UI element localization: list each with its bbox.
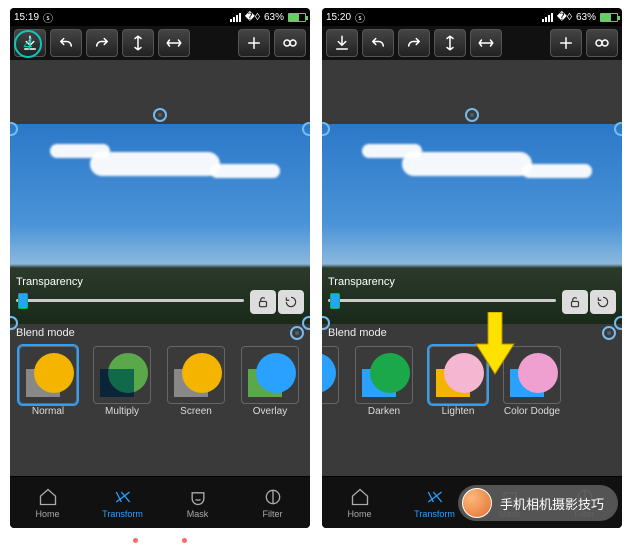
status-s-icon: ⓢ — [43, 10, 53, 25]
transparency-thumb[interactable] — [18, 293, 28, 309]
blend-panel: Blend mode Normal Multiply Screen Overla… — [10, 324, 310, 423]
step-badge: 4 — [14, 30, 42, 58]
undo-button[interactable] — [362, 29, 394, 57]
flip-horizontal-button[interactable] — [158, 29, 190, 57]
transparency-panel: Transparency — [16, 276, 304, 310]
pager-dots — [133, 538, 187, 543]
nav-label: Home — [347, 509, 371, 519]
nav-label: Transform — [414, 509, 455, 519]
blend-darken[interactable]: Darken — [350, 346, 418, 417]
canvas-area[interactable]: Transparency Blend mode Normal — [10, 60, 310, 476]
wechat-banner[interactable]: 手机相机摄影技巧 — [458, 485, 618, 521]
blend-label: Darken — [368, 406, 400, 417]
wechat-avatar — [462, 488, 492, 518]
signal-icon — [542, 13, 553, 22]
nav-label: Transform — [102, 509, 143, 519]
blend-label: Color Dodge — [504, 406, 560, 417]
blend-mode-list[interactable]: Normal Multiply Screen Overlay — [10, 342, 310, 423]
status-s-icon: ⓢ — [355, 10, 365, 25]
canvas-area[interactable]: Transparency Blend mode lay Da — [322, 60, 622, 476]
nav-mask[interactable]: Mask — [160, 477, 235, 528]
screenshot-2: 15:20 ⓢ �◊ 63% — [322, 8, 622, 528]
battery-pct: 63% — [264, 12, 284, 23]
status-bar: 15:19 ⓢ �◊ 63% — [10, 8, 310, 26]
blend-multiply[interactable]: Multiply — [88, 346, 156, 417]
transparency-label: Transparency — [16, 276, 304, 288]
blend-label: Lighten — [442, 406, 475, 417]
undo-button[interactable] — [50, 29, 82, 57]
bottom-nav: Home Transform Mask Filter — [10, 476, 310, 528]
nav-transform[interactable]: Transform — [85, 477, 160, 528]
wechat-text: 手机相机摄影技巧 — [500, 494, 604, 513]
wifi-icon: �◊ — [245, 12, 260, 23]
blend-normal[interactable]: Normal — [14, 346, 82, 417]
nav-label: Filter — [263, 509, 283, 519]
blend-screen[interactable]: Screen — [162, 346, 230, 417]
blend-label: Screen — [180, 406, 212, 417]
blendmode-label: Blend mode — [16, 327, 75, 339]
blend-overlay[interactable]: Overlay — [236, 346, 304, 417]
resize-handle-tr[interactable] — [614, 122, 622, 136]
nav-label: Home — [35, 509, 59, 519]
nav-label: Mask — [187, 509, 209, 519]
battery-pct: 63% — [576, 12, 596, 23]
top-toolbar — [10, 26, 310, 60]
settings-button[interactable] — [274, 29, 306, 57]
redo-button[interactable] — [398, 29, 430, 57]
signal-icon — [230, 13, 241, 22]
nav-filter[interactable]: Filter — [235, 477, 310, 528]
flip-horizontal-button[interactable] — [470, 29, 502, 57]
transparency-slider[interactable] — [16, 290, 304, 310]
settings-button[interactable] — [586, 29, 618, 57]
step-number: 4 — [24, 34, 33, 55]
nav-home[interactable]: Home — [322, 477, 397, 528]
top-toolbar — [322, 26, 622, 60]
flip-vertical-button[interactable] — [122, 29, 154, 57]
add-button[interactable] — [550, 29, 582, 57]
rotate-handle-top[interactable] — [465, 108, 479, 122]
battery-icon — [600, 13, 618, 22]
blend-label: Normal — [32, 406, 64, 417]
blend-mode-list[interactable]: lay Darken Lighten Color Dodge — [322, 342, 622, 423]
transparency-panel: Transparency — [328, 276, 616, 310]
nav-home[interactable]: Home — [10, 477, 85, 528]
rotate-handle-top[interactable] — [153, 108, 167, 122]
status-time: 15:20 — [326, 12, 351, 23]
blend-lighten[interactable]: Lighten — [424, 346, 492, 417]
status-time: 15:19 — [14, 12, 39, 23]
save-button[interactable] — [326, 29, 358, 57]
blend-label: Multiply — [105, 406, 139, 417]
transparency-slider[interactable] — [328, 290, 616, 310]
flip-vertical-button[interactable] — [434, 29, 466, 57]
transparency-label: Transparency — [328, 276, 616, 288]
unlock-button[interactable] — [562, 290, 588, 314]
blendmode-label: Blend mode — [328, 327, 387, 339]
blend-panel: Blend mode lay Darken Lighten Color Dodg… — [322, 324, 622, 423]
battery-icon — [288, 13, 306, 22]
wifi-icon: �◊ — [557, 12, 572, 23]
unlock-button[interactable] — [250, 290, 276, 314]
transparency-thumb[interactable] — [330, 293, 340, 309]
rotate-handle-bottom[interactable] — [602, 326, 616, 340]
blend-color-dodge[interactable]: Color Dodge — [498, 346, 566, 417]
redo-button[interactable] — [86, 29, 118, 57]
status-bar: 15:20 ⓢ �◊ 63% — [322, 8, 622, 26]
resize-handle-tr[interactable] — [302, 122, 310, 136]
screenshot-1: 4 15:19 ⓢ �◊ 63% — [10, 8, 310, 528]
rotate-handle-bottom[interactable] — [290, 326, 304, 340]
reset-button[interactable] — [590, 290, 616, 314]
add-button[interactable] — [238, 29, 270, 57]
blend-label: Overlay — [253, 406, 287, 417]
reset-button[interactable] — [278, 290, 304, 314]
blend-overlay-partial[interactable]: lay — [322, 346, 344, 417]
